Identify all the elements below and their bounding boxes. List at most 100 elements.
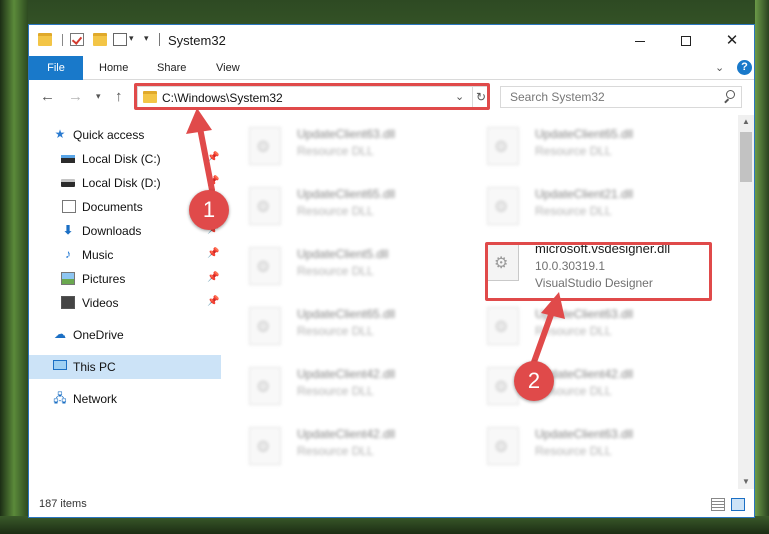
file-name: UpdateClient5.dll	[297, 247, 389, 261]
title-separator	[159, 33, 160, 46]
chevron-down-icon[interactable]: ▾	[129, 33, 134, 44]
dll-file-icon	[249, 427, 281, 465]
sidebar-item-label: Documents	[82, 200, 143, 214]
forward-arrow-icon[interactable]: →	[68, 88, 83, 105]
sidebar-item-label: Local Disk (C:)	[82, 152, 161, 166]
sidebar-item-quick-access[interactable]: ★ Quick access	[29, 123, 221, 147]
recent-locations-chevron-icon[interactable]: ▾	[96, 91, 101, 102]
large-icons-view-icon[interactable]	[731, 498, 745, 511]
pin-icon[interactable]: 📌	[207, 176, 219, 187]
minimize-button[interactable]	[617, 25, 663, 56]
window-title: System32	[168, 33, 226, 48]
tab-share[interactable]: Share	[157, 56, 186, 80]
file-highlight-box	[485, 242, 712, 301]
file-description: Resource DLL	[535, 204, 612, 218]
cloud-icon: ☁	[54, 327, 66, 341]
pin-icon[interactable]: 📌	[207, 296, 219, 307]
dll-file-icon	[487, 187, 519, 225]
close-button[interactable]: ✕	[709, 25, 755, 56]
pin-icon[interactable]: 📌	[207, 152, 219, 163]
file-tile[interactable]: UpdateClient63.dll Resource DLL	[477, 419, 707, 471]
tab-file[interactable]: File	[29, 56, 83, 80]
maximize-button[interactable]	[663, 25, 709, 56]
star-icon: ★	[54, 127, 66, 141]
file-tile[interactable]: UpdateClient42.dll Resource DLL	[477, 359, 707, 411]
sidebar-item-local-disk-c[interactable]: Local Disk (C:) 📌	[29, 147, 221, 171]
desktop-background-bottom	[0, 516, 769, 534]
sidebar-item-pictures[interactable]: Pictures 📌	[29, 267, 221, 291]
file-name: UpdateClient65.dll	[535, 127, 634, 141]
sidebar-item-label: OneDrive	[73, 328, 124, 342]
file-description: Resource DLL	[297, 144, 374, 158]
new-folder-icon[interactable]	[93, 33, 107, 46]
file-name: UpdateClient63.dll	[535, 427, 634, 441]
customize-icon[interactable]	[113, 33, 127, 46]
step-1-callout: 1	[189, 190, 229, 230]
dll-file-icon	[249, 307, 281, 345]
pin-icon[interactable]: 📌	[207, 272, 219, 283]
sidebar-item-label: This PC	[73, 360, 116, 374]
sidebar-item-label: Network	[73, 392, 118, 406]
tab-home[interactable]: Home	[99, 56, 128, 80]
file-tile[interactable]: UpdateClient65.dll Resource DLL	[239, 179, 469, 231]
ribbon: File Home Share View ⌄ ?	[29, 56, 754, 80]
sidebar-item-this-pc[interactable]: This PC	[29, 355, 221, 379]
search-box[interactable]	[500, 86, 742, 108]
address-highlight-box	[134, 83, 490, 110]
vertical-scrollbar[interactable]: ▲ ▼	[738, 115, 754, 489]
file-description: Resource DLL	[297, 324, 374, 338]
item-count: 187 items	[39, 498, 87, 510]
file-tile[interactable]: UpdateClient42.dll Resource DLL	[239, 419, 469, 471]
file-explorer-window: ▾ ▾ System32 ✕ File Home Share View ⌄ ? …	[28, 24, 755, 518]
up-arrow-icon[interactable]: ↑	[115, 88, 123, 105]
sidebar-item-network[interactable]: 🖧 Network	[29, 387, 221, 411]
download-icon: ⬇	[62, 223, 74, 237]
details-view-icon[interactable]	[711, 498, 725, 511]
sidebar-item-label: Local Disk (D:)	[82, 176, 161, 190]
desktop-background-left	[0, 0, 28, 534]
file-tile[interactable]: UpdateClient63.dll Resource DLL	[477, 299, 707, 351]
folder-icon	[38, 33, 52, 46]
scrollbar-thumb[interactable]	[740, 132, 752, 182]
expand-ribbon-icon[interactable]: ⌄	[715, 61, 724, 74]
file-tile[interactable]: UpdateClient42.dll Resource DLL	[239, 359, 469, 411]
sidebar-item-videos[interactable]: Videos 📌	[29, 291, 221, 315]
dll-file-icon	[249, 247, 281, 285]
pin-icon[interactable]: 📌	[207, 248, 219, 259]
file-name: UpdateClient63.dll	[535, 307, 634, 321]
sidebar-item-local-disk-d[interactable]: Local Disk (D:) 📌	[29, 171, 221, 195]
sidebar-item-label: Music	[82, 248, 114, 262]
properties-icon[interactable]	[70, 33, 84, 46]
scroll-down-icon[interactable]: ▼	[738, 475, 754, 489]
file-tile[interactable]: UpdateClient21.dll Resource DLL	[477, 179, 707, 231]
dll-file-icon	[487, 127, 519, 165]
sidebar-item-downloads[interactable]: ⬇ Downloads 📌	[29, 219, 221, 243]
search-input[interactable]	[501, 87, 716, 107]
file-name: UpdateClient65.dll	[297, 187, 396, 201]
back-arrow-icon[interactable]: ←	[40, 88, 55, 105]
sidebar-item-music[interactable]: ♪ Music 📌	[29, 243, 221, 267]
quick-access-dropdown-icon[interactable]: ▾	[144, 33, 149, 44]
network-icon: 🖧	[53, 391, 67, 405]
file-tile[interactable]: UpdateClient65.dll Resource DLL	[239, 299, 469, 351]
dll-file-icon	[487, 307, 519, 345]
tab-view[interactable]: View	[216, 56, 240, 80]
file-name: UpdateClient63.dll	[297, 127, 396, 141]
file-tile[interactable]: UpdateClient63.dll Resource DLL	[239, 119, 469, 171]
desktop-background-right	[755, 0, 769, 534]
file-name: UpdateClient42.dll	[297, 367, 396, 381]
pictures-icon	[61, 272, 75, 285]
sidebar-item-onedrive[interactable]: ☁ OneDrive	[29, 323, 221, 347]
help-icon[interactable]: ?	[737, 60, 752, 75]
file-tile[interactable]: UpdateClient65.dll Resource DLL	[477, 119, 707, 171]
sidebar-item-label: Quick access	[73, 128, 145, 142]
scroll-up-icon[interactable]: ▲	[738, 115, 754, 129]
file-tile[interactable]: UpdateClient5.dll Resource DLL	[239, 239, 469, 291]
computer-icon	[53, 360, 67, 370]
sidebar-item-label: Downloads	[82, 224, 142, 238]
dll-file-icon	[249, 127, 281, 165]
search-icon[interactable]	[723, 90, 735, 102]
file-description: Resource DLL	[535, 144, 612, 158]
dll-file-icon	[249, 187, 281, 225]
file-name: UpdateClient42.dll	[297, 427, 396, 441]
